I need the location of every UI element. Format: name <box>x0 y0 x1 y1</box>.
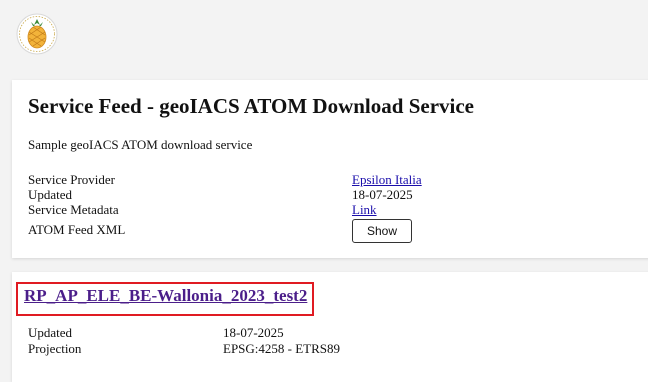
atom-feed-xml-label: ATOM Feed XML <box>28 222 126 237</box>
service-description: Sample geoIACS ATOM download service <box>28 137 253 152</box>
dataset-feed-title-link[interactable]: RP_AP_ELE_BE-Wallonia_2023_test2 <box>24 286 307 306</box>
dataset-updated-label: Updated <box>28 325 73 340</box>
service-provider-link[interactable]: Epsilon Italia <box>352 172 422 187</box>
show-xml-button[interactable]: Show <box>352 219 412 243</box>
service-metadata-link[interactable]: Link <box>352 202 377 217</box>
service-updated-label: Updated <box>28 187 73 202</box>
service-feed-title: Service Feed - geoIACS ATOM Download Ser… <box>28 94 474 118</box>
dataset-updated-value: 18-07-2025 <box>223 325 284 340</box>
service-updated-value: 18-07-2025 <box>352 187 413 202</box>
pineapple-logo-icon <box>16 13 58 55</box>
dataset-projection-value: EPSG:4258 - ETRS89 <box>223 341 341 356</box>
service-metadata-label: Service Metadata <box>28 202 119 217</box>
service-provider-label: Service Provider <box>28 172 116 187</box>
dataset-projection-label: Projection <box>28 341 82 356</box>
service-feed-card: Service Feed - geoIACS ATOM Download Ser… <box>12 80 648 258</box>
dataset-feed-card: RP_AP_ELE_BE-Wallonia_2023_test2 Updated… <box>12 272 648 382</box>
